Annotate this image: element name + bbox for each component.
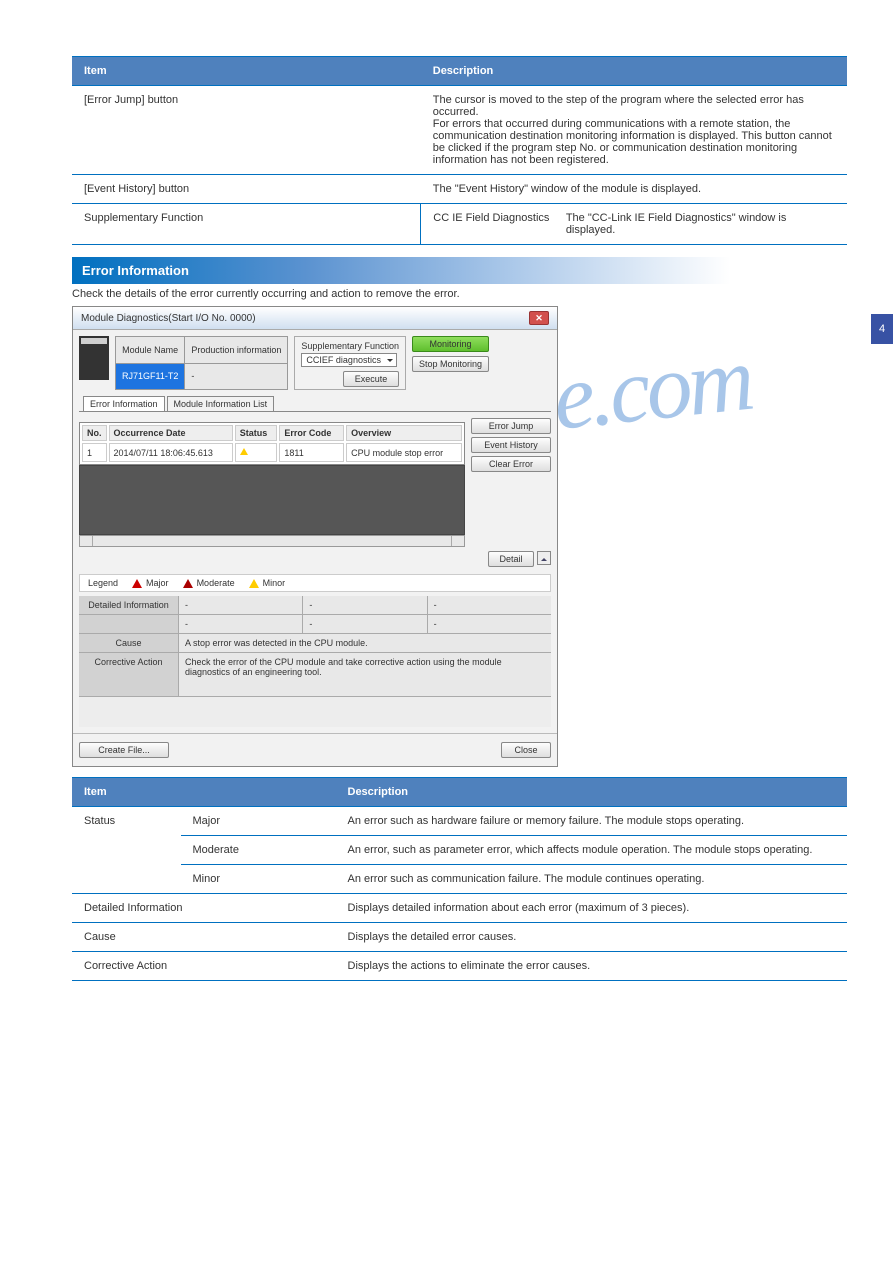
supp-label: Supplementary Function bbox=[301, 341, 399, 351]
section-header: Error Information bbox=[72, 257, 847, 284]
th-item: Item bbox=[72, 57, 421, 86]
td: Supplementary Function bbox=[72, 204, 421, 245]
tab-error-info[interactable]: Error Information bbox=[83, 396, 165, 411]
module-icon bbox=[79, 336, 109, 380]
td: Major bbox=[181, 807, 336, 836]
chevron-up-icon[interactable] bbox=[537, 551, 551, 565]
moderate-icon bbox=[183, 579, 193, 588]
td: Displays the detailed error causes. bbox=[336, 923, 848, 952]
th: Item bbox=[72, 778, 336, 807]
td: [Error Jump] button bbox=[72, 86, 421, 175]
td: Cause bbox=[72, 923, 336, 952]
td: An error such as communication failure. … bbox=[336, 865, 848, 894]
side-tab: 4 bbox=[871, 314, 893, 344]
create-file-button[interactable]: Create File... bbox=[79, 742, 169, 758]
td: Corrective Action bbox=[72, 952, 336, 981]
td: Minor bbox=[181, 865, 336, 894]
table-row[interactable]: 12014/07/11 18:06:45.6131811CPU module s… bbox=[82, 443, 462, 462]
td: Displays detailed information about each… bbox=[336, 894, 848, 923]
supp-select[interactable]: CCIEF diagnostics bbox=[301, 353, 397, 367]
td: Status bbox=[72, 807, 181, 894]
module-name-cell[interactable]: RJ71GF11-T2 bbox=[116, 363, 185, 390]
close-button[interactable]: Close bbox=[501, 742, 551, 758]
scrollbar[interactable] bbox=[79, 535, 465, 547]
th: Description bbox=[336, 778, 848, 807]
major-icon bbox=[132, 579, 142, 588]
td: The cursor is moved to the step of the p… bbox=[421, 86, 847, 175]
table-empty-area bbox=[79, 465, 465, 535]
clear-error-button[interactable]: Clear Error bbox=[471, 456, 551, 472]
td: The "Event History" window of the module… bbox=[421, 175, 847, 204]
error-jump-button[interactable]: Error Jump bbox=[471, 418, 551, 434]
td: An error such as hardware failure or mem… bbox=[336, 807, 848, 836]
close-icon[interactable]: ✕ bbox=[529, 311, 549, 325]
execute-button[interactable]: Execute bbox=[343, 371, 399, 387]
td: [Event History] button bbox=[72, 175, 421, 204]
items-table-1: ItemDescription [Error Jump] buttonThe c… bbox=[72, 56, 847, 245]
dialog-title: Module Diagnostics(Start I/O No. 0000) bbox=[81, 313, 256, 324]
td: Detailed Information bbox=[72, 894, 336, 923]
legend: Legend Major Moderate Minor bbox=[79, 574, 551, 592]
detail-panel: Detailed Information--- --- CauseA stop … bbox=[79, 596, 551, 727]
warning-icon bbox=[240, 444, 248, 455]
minor-icon bbox=[249, 579, 259, 588]
monitoring-button[interactable]: Monitoring bbox=[412, 336, 489, 352]
stop-monitoring-button[interactable]: Stop Monitoring bbox=[412, 356, 489, 372]
td: CC IE Field DiagnosticsThe "CC-Link IE F… bbox=[421, 204, 847, 245]
td: An error, such as parameter error, which… bbox=[336, 836, 848, 865]
items-table-2: ItemDescription StatusMajorAn error such… bbox=[72, 777, 847, 981]
td: Displays the actions to eliminate the er… bbox=[336, 952, 848, 981]
dialog-window: Module Diagnostics(Start I/O No. 0000) ✕… bbox=[72, 306, 558, 767]
tab-module-info[interactable]: Module Information List bbox=[167, 396, 275, 411]
intro-text: Check the details of the error currently… bbox=[72, 288, 847, 300]
module-table: Module NameProduction information RJ71GF… bbox=[115, 336, 288, 390]
td: Moderate bbox=[181, 836, 336, 865]
error-table: No.Occurrence DateStatusError CodeOvervi… bbox=[79, 422, 465, 465]
th-desc: Description bbox=[421, 57, 847, 86]
detail-button[interactable]: Detail bbox=[488, 551, 534, 567]
event-history-button[interactable]: Event History bbox=[471, 437, 551, 453]
